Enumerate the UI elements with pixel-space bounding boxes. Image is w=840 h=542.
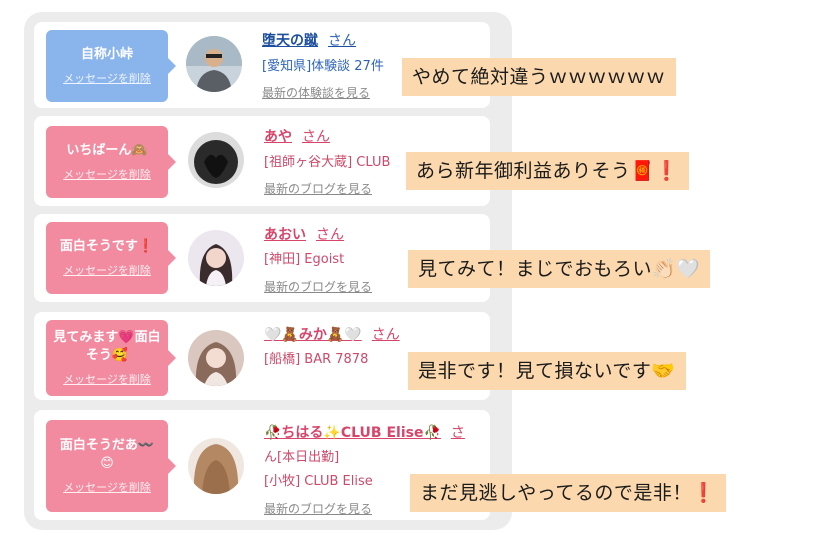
latest-reviews-link[interactable]: 最新の体験談を見る <box>262 84 370 101</box>
latest-blog-link[interactable]: 最新のブログを見る <box>264 180 372 197</box>
avatar[interactable] <box>188 132 244 188</box>
caption: あら新年御利益ありそう🧧❗️ <box>406 152 689 190</box>
user-info: [愛知県]体験談 27件 <box>262 59 384 74</box>
message-text-line-1: 見てみます💗面白 <box>53 330 161 345</box>
message-text-line-1: 面白そうだあ〰️ <box>59 438 155 453</box>
message-badge: 見てみます💗面白 そう🥰 メッセージを削除 <box>46 320 176 396</box>
caption: まだ見逃しやってるので是非！❗️ <box>410 474 727 512</box>
user-name: 🤍🧸みか🧸🤍 <box>264 327 362 343</box>
honorific: さん <box>302 129 330 145</box>
honorific: ん <box>264 450 278 465</box>
user-info: [小牧] CLUB Elise <box>264 474 373 489</box>
message-text-line-2: 😊 <box>100 456 114 471</box>
user-name: 堕天の蹴 <box>262 33 318 49</box>
message-badge: 自称小峠 メッセージを削除 <box>46 30 176 102</box>
message-badge: いちばーん🙈 メッセージを削除 <box>46 126 176 198</box>
delete-message-link[interactable]: メッセージを削除 <box>63 70 151 86</box>
honorific: さん <box>371 327 400 343</box>
caption: 見てみて！まじでおもろい👏🏻🤍 <box>408 250 711 288</box>
user-name: あおい <box>264 227 306 243</box>
user-name-link[interactable]: 堕天の蹴 さん <box>262 30 356 50</box>
honorific-wrap: ん[本日出勤] <box>264 446 339 465</box>
message-badge: 面白そうです❗️ メッセージを削除 <box>46 222 176 294</box>
user-info: [祖師ヶ谷大蔵] CLUB <box>264 155 391 170</box>
caption: やめて絶対違うｗｗｗｗｗｗ <box>402 58 676 96</box>
delete-message-link[interactable]: メッセージを削除 <box>63 371 151 387</box>
honorific: さ <box>450 425 465 441</box>
user-name: 🥀ちはる✨CLUB Elise🥀 <box>264 425 441 441</box>
attendance-status: [本日出勤] <box>277 450 340 465</box>
honorific: さん <box>316 227 344 243</box>
user-info: [神田] Egoist <box>264 252 345 267</box>
avatar[interactable] <box>186 36 242 92</box>
avatar[interactable] <box>188 230 244 286</box>
user-name-link[interactable]: 🤍🧸みか🧸🤍 さん <box>264 324 400 344</box>
user-name-link[interactable]: 🥀ちはる✨CLUB Elise🥀 さ <box>264 422 465 442</box>
user-name-link[interactable]: あや さん <box>264 126 330 146</box>
message-text-line-2: そう🥰 <box>85 348 129 363</box>
message-text: 面白そうです❗️ <box>59 239 155 254</box>
user-info: [船橋] BAR 7878 <box>264 352 369 367</box>
delete-message-link[interactable]: メッセージを削除 <box>63 166 151 182</box>
user-name-link[interactable]: あおい さん <box>264 224 344 244</box>
delete-message-link[interactable]: メッセージを削除 <box>63 479 151 495</box>
latest-blog-link[interactable]: 最新のブログを見る <box>264 500 372 517</box>
avatar[interactable] <box>188 438 244 494</box>
message-badge: 面白そうだあ〰️ 😊 メッセージを削除 <box>46 420 176 512</box>
latest-blog-link[interactable]: 最新のブログを見る <box>264 278 372 295</box>
avatar[interactable] <box>188 330 244 386</box>
user-name: あや <box>264 129 292 145</box>
honorific: さん <box>328 33 356 49</box>
caption: 是非です！見て損ないです🤝 <box>408 352 686 390</box>
message-text: いちばーん🙈 <box>66 143 148 158</box>
delete-message-link[interactable]: メッセージを削除 <box>63 262 151 278</box>
message-text: 自称小峠 <box>80 47 133 62</box>
